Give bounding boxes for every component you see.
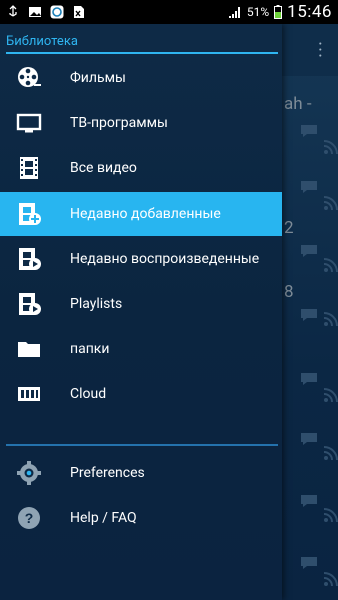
status-bar: 51% 15:46 bbox=[0, 0, 338, 24]
film-play-icon bbox=[16, 246, 42, 272]
battery-icon bbox=[274, 5, 283, 19]
usb-icon bbox=[9, 5, 17, 17]
comment-icon bbox=[301, 495, 317, 507]
comment-icon bbox=[301, 557, 317, 569]
battery-percent: 51% bbox=[246, 5, 270, 19]
film-add-icon bbox=[16, 201, 42, 227]
svg-text:?: ? bbox=[25, 510, 34, 526]
playlist-icon bbox=[16, 291, 42, 317]
cloud-server-icon bbox=[16, 381, 42, 407]
menu-item-label: Playlists bbox=[70, 296, 123, 312]
menu-item-folders[interactable]: папки bbox=[0, 327, 282, 371]
comment-icon bbox=[301, 373, 317, 385]
rss-icon bbox=[323, 388, 338, 402]
status-right: 51% 15:46 bbox=[228, 2, 332, 22]
film-strip-icon bbox=[16, 155, 42, 181]
comment-icon bbox=[301, 125, 317, 137]
menu-item-label: Help / FAQ bbox=[70, 510, 137, 526]
background-text-fragment: 8 bbox=[284, 282, 294, 302]
menu-item-recently-added[interactable]: Недавно добавленные bbox=[0, 192, 282, 236]
image-icon bbox=[29, 7, 41, 17]
rss-icon bbox=[323, 140, 338, 154]
drawer-divider bbox=[6, 444, 278, 446]
overflow-menu-icon[interactable]: · · · bbox=[318, 36, 323, 66]
menu-item-tv-shows[interactable]: ТВ-программы bbox=[0, 101, 282, 145]
comment-icon bbox=[301, 433, 317, 445]
menu-item-label: Все видео bbox=[70, 160, 137, 176]
rss-icon bbox=[323, 258, 338, 272]
rss-icon bbox=[323, 196, 338, 210]
drawer-header: Библиотека bbox=[6, 34, 78, 49]
menu-item-cloud[interactable]: Cloud bbox=[0, 372, 282, 416]
menu-item-label: папки bbox=[70, 341, 110, 357]
menu-item-label: Фильмы bbox=[70, 70, 126, 86]
monitor-icon bbox=[16, 110, 42, 136]
menu-item-all-videos[interactable]: Все видео bbox=[0, 146, 282, 190]
header-divider bbox=[6, 52, 278, 54]
navigation-drawer: Библиотека Фильмы ТВ-программы Все видео… bbox=[0, 24, 282, 600]
menu-item-movies[interactable]: Фильмы bbox=[0, 56, 282, 100]
menu-item-label: Недавно воспроизведенные bbox=[70, 251, 260, 267]
background-toolbar bbox=[280, 24, 338, 76]
film-reel-icon bbox=[16, 65, 42, 91]
app-notification-icon bbox=[50, 5, 64, 19]
file-excel-icon bbox=[74, 6, 84, 18]
menu-item-help[interactable]: ? Help / FAQ bbox=[0, 496, 282, 540]
rss-icon bbox=[323, 446, 338, 460]
menu-item-label: Cloud bbox=[70, 386, 107, 402]
menu-item-label: Недавно добавленные bbox=[70, 206, 221, 222]
menu-item-label: ТВ-программы bbox=[70, 115, 168, 131]
rss-icon bbox=[323, 572, 338, 586]
background-text-fragment: ah - bbox=[284, 94, 312, 114]
folder-icon bbox=[16, 336, 42, 362]
comment-icon bbox=[301, 245, 317, 257]
signal-icon bbox=[228, 7, 240, 18]
comment-icon bbox=[301, 309, 317, 321]
menu-item-recently-played[interactable]: Недавно воспроизведенные bbox=[0, 237, 282, 281]
help-icon: ? bbox=[16, 505, 42, 531]
menu-item-label: Preferences bbox=[70, 465, 145, 481]
notification-icons bbox=[6, 5, 86, 19]
background-text-fragment: 2 bbox=[284, 218, 294, 238]
menu-item-playlists[interactable]: Playlists bbox=[0, 282, 282, 326]
clock: 15:46 bbox=[287, 2, 332, 22]
rss-icon bbox=[323, 508, 338, 522]
comment-icon bbox=[301, 181, 317, 193]
menu-item-preferences[interactable]: Preferences bbox=[0, 451, 282, 495]
gear-icon bbox=[16, 460, 42, 486]
rss-icon bbox=[323, 312, 338, 326]
